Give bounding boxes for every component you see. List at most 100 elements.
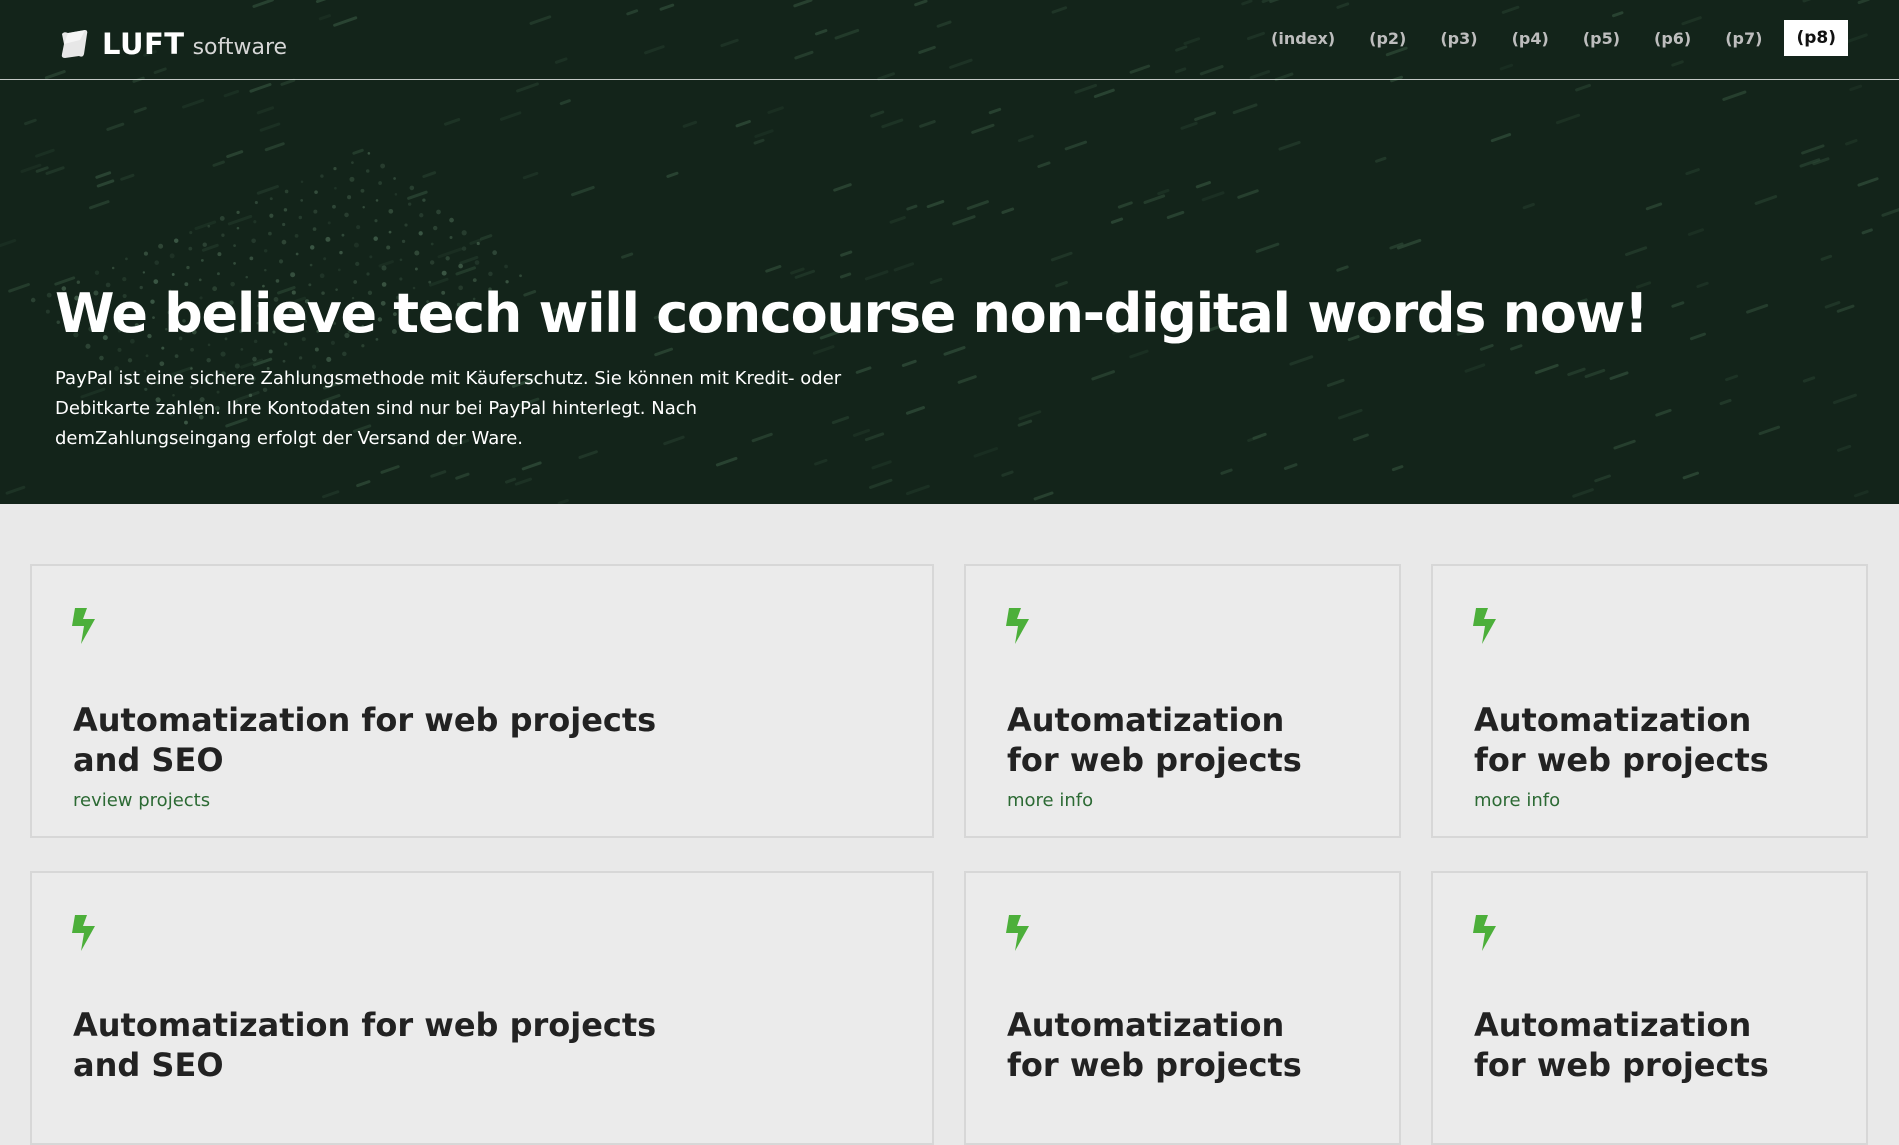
texture-dash: [256, 185, 279, 195]
texture-dot: [314, 190, 318, 194]
nav-link-index[interactable]: (index): [1271, 29, 1335, 48]
texture-dash: [1117, 201, 1133, 209]
texture-dot: [407, 202, 412, 206]
texture-dash: [1572, 488, 1594, 498]
texture-dash: [1143, 194, 1166, 204]
brand-logo[interactable]: LUFT software: [58, 26, 287, 62]
texture-dot: [351, 161, 354, 164]
card-link[interactable]: review projects: [73, 790, 210, 811]
texture-dash: [1881, 208, 1899, 217]
texture-dot: [245, 275, 249, 279]
nav-link-p4[interactable]: (p4): [1512, 29, 1549, 48]
texture-dot: [349, 176, 355, 182]
texture-dash: [120, 173, 135, 181]
texture-dot: [169, 253, 175, 259]
feature-card[interactable]: Automatization for web projects: [964, 871, 1401, 1145]
texture-dash: [952, 215, 976, 226]
texture-dash: [1522, 202, 1535, 210]
texture-dot: [111, 266, 115, 270]
texture-dot: [404, 223, 408, 227]
texture-dot: [429, 260, 435, 265]
texture-dot: [300, 199, 304, 202]
texture-dot: [298, 356, 303, 360]
texture-dash: [1195, 181, 1211, 189]
texture-dot: [461, 246, 467, 251]
texture-dash: [893, 262, 915, 272]
texture-dot: [414, 250, 420, 256]
texture-dash: [1375, 156, 1387, 163]
texture-dash: [1337, 408, 1363, 420]
texture-dot: [269, 213, 274, 218]
texture-dash: [1837, 444, 1852, 452]
texture-dash: [1682, 471, 1700, 480]
texture-dash: [1567, 367, 1586, 377]
texture-dash: [322, 490, 340, 499]
texture-dash: [1725, 374, 1739, 382]
texture-dash: [919, 120, 936, 128]
feature-card[interactable]: Automatization for web projects: [1431, 871, 1868, 1145]
nav-link-p3[interactable]: (p3): [1440, 29, 1477, 48]
texture-dash: [249, 83, 272, 93]
texture-dash: [1157, 188, 1170, 196]
card-link[interactable]: more info: [1474, 790, 1560, 811]
texture-dot: [284, 189, 289, 194]
texture-dot: [236, 226, 240, 230]
texture-dot: [409, 185, 415, 191]
texture-dash: [182, 98, 205, 109]
texture-dash: [1278, 140, 1301, 151]
lightning-bolt-icon: [72, 915, 95, 951]
texture-dot: [334, 186, 337, 190]
nav-link-p5[interactable]: (p5): [1583, 29, 1620, 48]
texture-dash: [1201, 191, 1225, 202]
texture-dot: [366, 272, 370, 276]
texture-dot: [298, 215, 303, 220]
nav-link-p8[interactable]: (p8): [1784, 20, 1848, 56]
texture-dot: [158, 243, 164, 249]
texture-dot: [432, 225, 438, 231]
texture-dot: [173, 238, 179, 243]
texture-dot: [461, 230, 467, 236]
texture-dot: [200, 258, 204, 262]
texture-dot: [161, 346, 165, 350]
texture-dash: [1832, 393, 1857, 405]
texture-dash: [256, 106, 275, 115]
texture-dot: [326, 356, 332, 362]
texture-dot: [504, 264, 508, 269]
texture-dash: [1194, 111, 1216, 121]
texture-dash: [957, 375, 977, 384]
texture-dot: [217, 252, 222, 257]
texture-dash: [966, 200, 989, 210]
texture-dot: [254, 200, 258, 205]
texture-dash: [715, 456, 738, 467]
texture-dash: [430, 470, 447, 478]
texture-dash: [226, 150, 244, 159]
texture-dash: [1283, 463, 1298, 470]
nav-link-p7[interactable]: (p7): [1725, 29, 1762, 48]
feature-card[interactable]: Automatization for web projects and SEO: [30, 871, 934, 1145]
texture-dot: [401, 239, 406, 244]
texture-dot: [367, 152, 371, 155]
texture-dash: [1696, 281, 1709, 288]
feature-card[interactable]: Automatization for web projects more inf…: [1431, 564, 1868, 838]
texture-dot: [344, 212, 349, 218]
nav-link-p2[interactable]: (p2): [1369, 29, 1406, 48]
card-title: Automatization for web projects: [1007, 701, 1302, 779]
texture-dot: [476, 241, 480, 246]
texture-dot: [436, 209, 441, 215]
texture-dot: [332, 204, 336, 209]
texture-dash: [133, 106, 147, 114]
feature-card[interactable]: Automatization for web projects more inf…: [964, 564, 1401, 838]
texture-dash: [1050, 251, 1073, 262]
texture-dot: [206, 357, 211, 363]
card-link[interactable]: more info: [1007, 790, 1093, 811]
texture-dash: [1093, 88, 1115, 98]
lightning-bolt-icon: [1006, 915, 1029, 951]
texture-dash: [24, 118, 37, 126]
nav-link-p6[interactable]: (p6): [1654, 29, 1691, 48]
feature-card[interactable]: Automatization for web projects and SEO …: [30, 564, 934, 838]
texture-dot: [386, 245, 391, 250]
texture-dash: [479, 234, 493, 241]
texture-dot: [422, 198, 426, 202]
texture-dash: [621, 252, 634, 259]
texture-dot: [268, 349, 273, 354]
